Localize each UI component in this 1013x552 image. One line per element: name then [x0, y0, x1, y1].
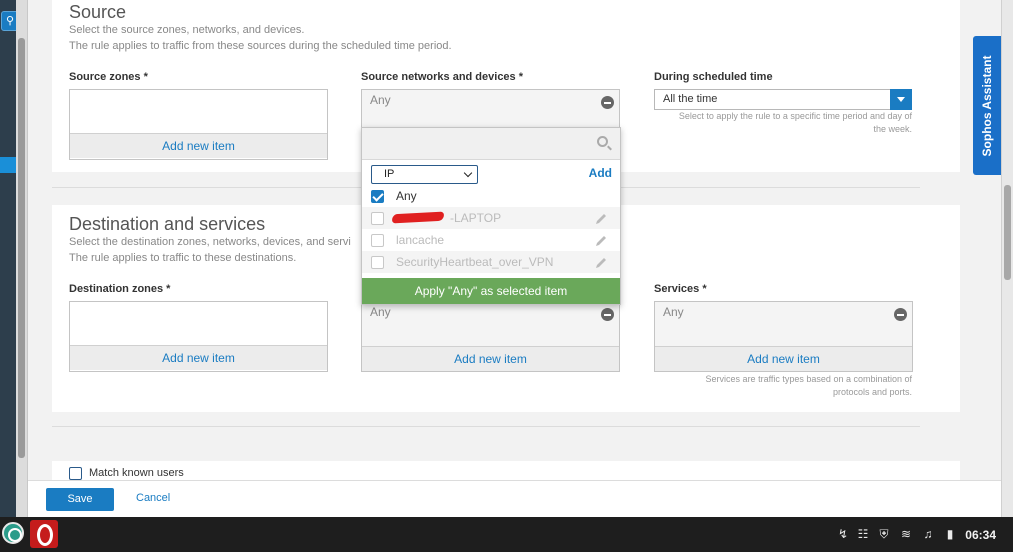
item-checkbox[interactable] — [371, 234, 384, 247]
schedule-select[interactable]: All the time — [654, 89, 912, 110]
source-zones-label: Source zones * — [69, 71, 148, 83]
item-checkbox[interactable] — [371, 190, 384, 203]
search-icon — [597, 136, 608, 147]
redaction-mark — [391, 211, 445, 224]
destination-networks-value: Any — [370, 305, 391, 319]
apply-selection-button[interactable]: Apply "Any" as selected item — [362, 278, 620, 304]
services-hint: Services are traffic types based on a co… — [705, 374, 912, 397]
item-label: Any — [396, 189, 417, 203]
source-zones-add-button[interactable]: Add new item — [70, 133, 327, 158]
nav-scrollbar[interactable] — [16, 0, 28, 517]
wifi-icon[interactable]: ≋ — [899, 527, 913, 541]
destination-desc-1: Select the destination zones, networks, … — [69, 236, 351, 248]
remove-icon[interactable] — [601, 96, 614, 109]
divider — [52, 426, 920, 427]
source-desc-2: The rule applies to traffic from these s… — [69, 40, 452, 52]
dropdown-add-link[interactable]: Add — [589, 166, 612, 180]
music-icon[interactable]: ♫ — [921, 527, 935, 541]
destination-zones-add-button[interactable]: Add new item — [70, 345, 327, 370]
source-desc-1: Select the source zones, networks, and d… — [69, 24, 305, 36]
nav-scrollbar-thumb[interactable] — [18, 38, 25, 458]
cancel-button[interactable]: Cancel — [136, 492, 170, 504]
source-zones-field[interactable]: Add new item — [69, 89, 328, 160]
destination-networks-field[interactable]: Any Add new item — [361, 301, 620, 372]
item-label: -LAPTOP — [450, 211, 502, 225]
left-nav-rail: ⚲ — [0, 0, 19, 517]
opera-browser-icon[interactable] — [30, 520, 58, 548]
services-field[interactable]: Any Add new item — [654, 301, 913, 372]
active-nav-indicator[interactable] — [0, 157, 16, 173]
source-networks-field[interactable]: Any — [361, 89, 620, 129]
networks-dropdown: IP Add Any -LAPTOP lancache SecurityHear… — [361, 127, 621, 305]
shield-icon[interactable]: ⛨ — [877, 527, 891, 541]
bluetooth-icon[interactable]: ↯ — [836, 527, 850, 541]
services-add-button[interactable]: Add new item — [655, 346, 912, 371]
schedule-value: All the time — [663, 93, 718, 105]
services-value: Any — [663, 305, 684, 319]
item-label: lancache — [396, 233, 445, 247]
services-label: Services * — [654, 283, 707, 295]
chevron-down-icon[interactable] — [890, 89, 912, 110]
clipboard-icon[interactable]: ☷ — [856, 527, 870, 541]
chevron-down-icon — [463, 168, 473, 178]
address-type-value: IP — [384, 168, 395, 180]
source-networks-label: Source networks and devices * — [361, 71, 524, 83]
clock[interactable]: 06:34 — [965, 528, 996, 542]
list-item[interactable]: Any — [362, 185, 620, 207]
schedule-hint: Select to apply the rule to a specific t… — [678, 111, 912, 134]
taskbar: ↯ ☷ ⛨ ≋ ♫ ▮ 06:34 — [0, 517, 1013, 552]
address-type-select[interactable]: IP — [371, 165, 478, 184]
assistant-label: Sophos Assistant — [980, 55, 994, 156]
pencil-icon[interactable] — [594, 256, 608, 270]
pencil-icon[interactable] — [594, 234, 608, 248]
save-button[interactable]: Save — [46, 488, 114, 511]
source-zones-list[interactable] — [70, 90, 327, 133]
destination-zones-list[interactable] — [70, 302, 327, 345]
dropdown-search-input[interactable] — [362, 128, 620, 160]
remove-icon[interactable] — [601, 308, 614, 321]
pencil-icon[interactable] — [594, 212, 608, 226]
source-networks-value: Any — [370, 93, 391, 107]
destination-networks-add-button[interactable]: Add new item — [362, 346, 619, 371]
schedule-label: During scheduled time — [654, 71, 773, 83]
item-checkbox[interactable] — [371, 256, 384, 269]
battery-icon[interactable]: ▮ — [943, 527, 957, 541]
match-users-label: Match known users — [89, 467, 184, 479]
match-users-checkbox[interactable] — [69, 467, 82, 480]
page-scrollbar-thumb[interactable] — [1004, 185, 1011, 280]
users-panel — [52, 461, 960, 480]
item-checkbox[interactable] — [371, 212, 384, 225]
app-launcher-icon[interactable] — [2, 522, 24, 544]
list-item[interactable]: lancache — [362, 229, 620, 251]
page-scrollbar[interactable] — [1001, 0, 1013, 517]
rule-editor: Source Select the source zones, networks… — [28, 0, 1001, 480]
destination-desc-2: The rule applies to traffic to these des… — [69, 252, 297, 264]
destination-title: Destination and services — [69, 214, 266, 234]
list-item[interactable]: SecurityHeartbeat_over_VPN — [362, 251, 620, 273]
remove-icon[interactable] — [894, 308, 907, 321]
sophos-assistant-tab[interactable]: Sophos Assistant — [973, 36, 1001, 175]
destination-zones-label: Destination zones * — [69, 283, 171, 295]
item-label: SecurityHeartbeat_over_VPN — [396, 255, 554, 269]
form-footer: Save Cancel — [28, 480, 1001, 517]
list-item[interactable]: -LAPTOP — [362, 207, 620, 229]
destination-zones-field[interactable]: Add new item — [69, 301, 328, 372]
source-title: Source — [69, 2, 127, 22]
